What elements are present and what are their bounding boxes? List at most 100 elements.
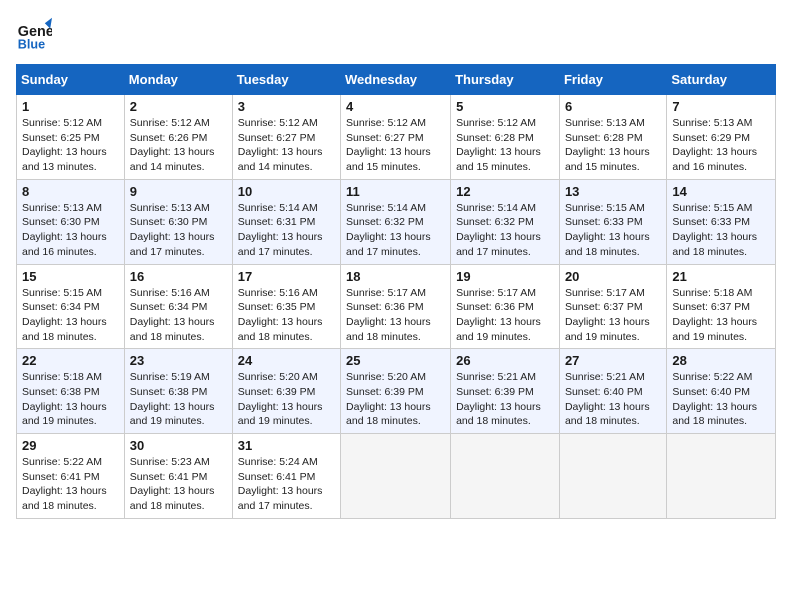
calendar-cell (667, 434, 776, 519)
calendar-cell: 27 Sunrise: 5:21 AMSunset: 6:40 PMDaylig… (559, 349, 666, 434)
day-number: 15 (22, 269, 119, 284)
calendar-cell: 1 Sunrise: 5:12 AMSunset: 6:25 PMDayligh… (17, 95, 125, 180)
day-info: Sunrise: 5:20 AMSunset: 6:39 PMDaylight:… (346, 371, 431, 427)
day-info: Sunrise: 5:13 AMSunset: 6:30 PMDaylight:… (22, 202, 107, 258)
day-number: 12 (456, 184, 554, 199)
calendar-cell (451, 434, 560, 519)
day-of-week-wednesday: Wednesday (341, 65, 451, 95)
day-of-week-sunday: Sunday (17, 65, 125, 95)
calendar-cell: 2 Sunrise: 5:12 AMSunset: 6:26 PMDayligh… (124, 95, 232, 180)
day-number: 20 (565, 269, 661, 284)
calendar-week-3: 15 Sunrise: 5:15 AMSunset: 6:34 PMDaylig… (17, 264, 776, 349)
day-number: 10 (238, 184, 335, 199)
day-number: 13 (565, 184, 661, 199)
day-of-week-monday: Monday (124, 65, 232, 95)
calendar-cell: 16 Sunrise: 5:16 AMSunset: 6:34 PMDaylig… (124, 264, 232, 349)
day-number: 27 (565, 353, 661, 368)
day-number: 9 (130, 184, 227, 199)
day-number: 30 (130, 438, 227, 453)
day-info: Sunrise: 5:16 AMSunset: 6:34 PMDaylight:… (130, 287, 215, 343)
calendar-cell: 12 Sunrise: 5:14 AMSunset: 6:32 PMDaylig… (451, 179, 560, 264)
calendar-cell (559, 434, 666, 519)
calendar-cell: 21 Sunrise: 5:18 AMSunset: 6:37 PMDaylig… (667, 264, 776, 349)
calendar-cell: 26 Sunrise: 5:21 AMSunset: 6:39 PMDaylig… (451, 349, 560, 434)
page-header: General Blue (16, 16, 776, 52)
calendar-cell: 25 Sunrise: 5:20 AMSunset: 6:39 PMDaylig… (341, 349, 451, 434)
day-info: Sunrise: 5:15 AMSunset: 6:33 PMDaylight:… (672, 202, 757, 258)
day-number: 31 (238, 438, 335, 453)
day-info: Sunrise: 5:14 AMSunset: 6:31 PMDaylight:… (238, 202, 323, 258)
calendar-cell: 28 Sunrise: 5:22 AMSunset: 6:40 PMDaylig… (667, 349, 776, 434)
day-number: 7 (672, 99, 770, 114)
day-number: 5 (456, 99, 554, 114)
day-number: 25 (346, 353, 445, 368)
day-info: Sunrise: 5:24 AMSunset: 6:41 PMDaylight:… (238, 456, 323, 512)
calendar-cell: 4 Sunrise: 5:12 AMSunset: 6:27 PMDayligh… (341, 95, 451, 180)
day-number: 19 (456, 269, 554, 284)
day-info: Sunrise: 5:20 AMSunset: 6:39 PMDaylight:… (238, 371, 323, 427)
day-info: Sunrise: 5:12 AMSunset: 6:28 PMDaylight:… (456, 117, 541, 173)
calendar-week-2: 8 Sunrise: 5:13 AMSunset: 6:30 PMDayligh… (17, 179, 776, 264)
calendar-cell: 15 Sunrise: 5:15 AMSunset: 6:34 PMDaylig… (17, 264, 125, 349)
day-info: Sunrise: 5:21 AMSunset: 6:39 PMDaylight:… (456, 371, 541, 427)
calendar-cell (341, 434, 451, 519)
calendar-cell: 23 Sunrise: 5:19 AMSunset: 6:38 PMDaylig… (124, 349, 232, 434)
calendar-week-1: 1 Sunrise: 5:12 AMSunset: 6:25 PMDayligh… (17, 95, 776, 180)
calendar-cell: 10 Sunrise: 5:14 AMSunset: 6:31 PMDaylig… (232, 179, 340, 264)
day-info: Sunrise: 5:18 AMSunset: 6:38 PMDaylight:… (22, 371, 107, 427)
day-info: Sunrise: 5:13 AMSunset: 6:29 PMDaylight:… (672, 117, 757, 173)
day-number: 23 (130, 353, 227, 368)
day-number: 1 (22, 99, 119, 114)
day-info: Sunrise: 5:22 AMSunset: 6:40 PMDaylight:… (672, 371, 757, 427)
day-number: 28 (672, 353, 770, 368)
day-info: Sunrise: 5:18 AMSunset: 6:37 PMDaylight:… (672, 287, 757, 343)
logo: General Blue (16, 16, 52, 52)
calendar-cell: 17 Sunrise: 5:16 AMSunset: 6:35 PMDaylig… (232, 264, 340, 349)
day-info: Sunrise: 5:12 AMSunset: 6:26 PMDaylight:… (130, 117, 215, 173)
day-number: 26 (456, 353, 554, 368)
calendar-cell: 7 Sunrise: 5:13 AMSunset: 6:29 PMDayligh… (667, 95, 776, 180)
day-number: 17 (238, 269, 335, 284)
day-info: Sunrise: 5:12 AMSunset: 6:25 PMDaylight:… (22, 117, 107, 173)
calendar-cell: 11 Sunrise: 5:14 AMSunset: 6:32 PMDaylig… (341, 179, 451, 264)
calendar-cell: 6 Sunrise: 5:13 AMSunset: 6:28 PMDayligh… (559, 95, 666, 180)
calendar-cell: 29 Sunrise: 5:22 AMSunset: 6:41 PMDaylig… (17, 434, 125, 519)
calendar-cell: 19 Sunrise: 5:17 AMSunset: 6:36 PMDaylig… (451, 264, 560, 349)
day-of-week-friday: Friday (559, 65, 666, 95)
day-info: Sunrise: 5:12 AMSunset: 6:27 PMDaylight:… (346, 117, 431, 173)
day-info: Sunrise: 5:23 AMSunset: 6:41 PMDaylight:… (130, 456, 215, 512)
calendar-cell: 3 Sunrise: 5:12 AMSunset: 6:27 PMDayligh… (232, 95, 340, 180)
calendar-cell: 14 Sunrise: 5:15 AMSunset: 6:33 PMDaylig… (667, 179, 776, 264)
day-number: 8 (22, 184, 119, 199)
day-info: Sunrise: 5:15 AMSunset: 6:33 PMDaylight:… (565, 202, 650, 258)
calendar-cell: 13 Sunrise: 5:15 AMSunset: 6:33 PMDaylig… (559, 179, 666, 264)
calendar-cell: 22 Sunrise: 5:18 AMSunset: 6:38 PMDaylig… (17, 349, 125, 434)
day-of-week-thursday: Thursday (451, 65, 560, 95)
day-number: 24 (238, 353, 335, 368)
calendar-week-4: 22 Sunrise: 5:18 AMSunset: 6:38 PMDaylig… (17, 349, 776, 434)
day-number: 11 (346, 184, 445, 199)
calendar-cell: 18 Sunrise: 5:17 AMSunset: 6:36 PMDaylig… (341, 264, 451, 349)
day-info: Sunrise: 5:22 AMSunset: 6:41 PMDaylight:… (22, 456, 107, 512)
day-info: Sunrise: 5:16 AMSunset: 6:35 PMDaylight:… (238, 287, 323, 343)
day-info: Sunrise: 5:13 AMSunset: 6:30 PMDaylight:… (130, 202, 215, 258)
day-number: 16 (130, 269, 227, 284)
day-number: 2 (130, 99, 227, 114)
day-info: Sunrise: 5:14 AMSunset: 6:32 PMDaylight:… (346, 202, 431, 258)
day-info: Sunrise: 5:19 AMSunset: 6:38 PMDaylight:… (130, 371, 215, 427)
calendar-cell: 9 Sunrise: 5:13 AMSunset: 6:30 PMDayligh… (124, 179, 232, 264)
day-info: Sunrise: 5:17 AMSunset: 6:36 PMDaylight:… (456, 287, 541, 343)
calendar-table: SundayMondayTuesdayWednesdayThursdayFrid… (16, 64, 776, 519)
logo-icon: General Blue (16, 16, 52, 52)
calendar-cell: 24 Sunrise: 5:20 AMSunset: 6:39 PMDaylig… (232, 349, 340, 434)
calendar-cell: 30 Sunrise: 5:23 AMSunset: 6:41 PMDaylig… (124, 434, 232, 519)
calendar-week-5: 29 Sunrise: 5:22 AMSunset: 6:41 PMDaylig… (17, 434, 776, 519)
day-info: Sunrise: 5:12 AMSunset: 6:27 PMDaylight:… (238, 117, 323, 173)
day-number: 6 (565, 99, 661, 114)
day-info: Sunrise: 5:15 AMSunset: 6:34 PMDaylight:… (22, 287, 107, 343)
day-info: Sunrise: 5:14 AMSunset: 6:32 PMDaylight:… (456, 202, 541, 258)
svg-text:Blue: Blue (18, 37, 45, 51)
calendar-cell: 20 Sunrise: 5:17 AMSunset: 6:37 PMDaylig… (559, 264, 666, 349)
day-number: 3 (238, 99, 335, 114)
calendar-cell: 5 Sunrise: 5:12 AMSunset: 6:28 PMDayligh… (451, 95, 560, 180)
